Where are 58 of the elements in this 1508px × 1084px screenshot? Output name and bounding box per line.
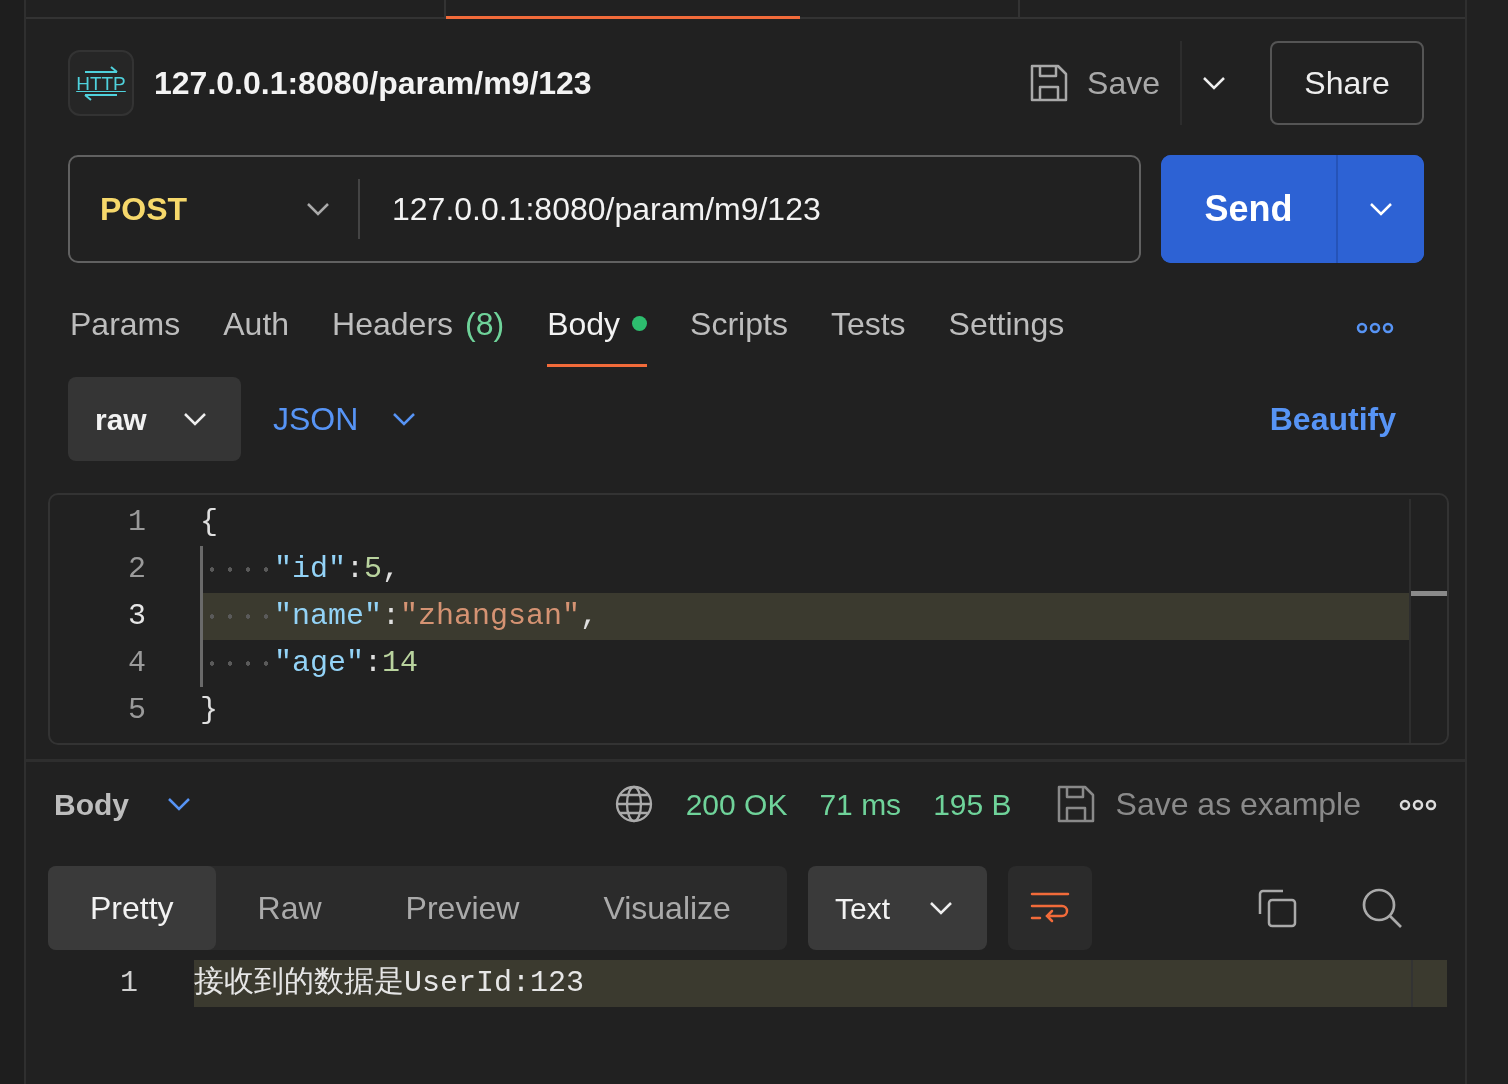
globe-icon: [613, 784, 654, 824]
search-icon: [1361, 887, 1403, 929]
share-button[interactable]: Share: [1270, 41, 1424, 125]
save-icon: [1029, 63, 1070, 103]
chevron-down-icon: [167, 797, 191, 811]
send-button[interactable]: Send: [1161, 155, 1338, 263]
chevron-down-icon: [392, 412, 417, 426]
copy-button[interactable]: [1257, 888, 1297, 928]
response-text: 接收到的数据是UserId:123: [194, 965, 585, 1002]
line-number: 2: [127, 551, 146, 588]
method-dropdown[interactable]: POST: [70, 179, 360, 239]
code-line: "age":14: [274, 645, 419, 682]
chevron-down-icon: [1369, 202, 1393, 216]
chevron-down-icon: [183, 412, 207, 426]
code-line: "id":5,: [274, 551, 401, 588]
view-tab[interactable]: Preview: [363, 866, 562, 950]
request-tab[interactable]: Body: [547, 287, 648, 367]
language-dropdown[interactable]: JSON: [267, 394, 423, 444]
code-line: "name":"zhangsan",: [274, 598, 599, 635]
request-tab[interactable]: Tests: [830, 287, 906, 367]
response-size: 195 B: [933, 786, 1012, 823]
request-tab[interactable]: Params: [70, 287, 181, 367]
chevron-down-icon: [929, 901, 953, 915]
beautify-link[interactable]: Beautify: [1269, 395, 1424, 443]
status-code: 200 OK: [685, 786, 788, 823]
line-number: 1: [119, 965, 138, 1002]
search-button[interactable]: [1361, 887, 1403, 929]
chevron-down-icon: [1202, 76, 1226, 90]
line-number: 4: [127, 645, 146, 682]
view-tab[interactable]: Raw: [215, 866, 364, 950]
format-dropdown[interactable]: Text: [808, 866, 987, 950]
request-tab[interactable]: Auth: [223, 287, 290, 367]
save-icon: [1055, 784, 1096, 824]
request-title: 127.0.0.1:8080/param/m9/123: [154, 64, 592, 103]
body-mode-dropdown[interactable]: raw: [68, 377, 241, 461]
code-editor[interactable]: 1 { 2 "id":5, 3 "name":"zhangsan", 4 "age":14 5 }: [48, 493, 1449, 745]
save-as-example-button[interactable]: Save as example: [1055, 780, 1361, 828]
request-tab[interactable]: Headers (8): [332, 287, 505, 367]
code-line: }: [200, 692, 218, 729]
more-icon: [1356, 321, 1394, 334]
line-number: 5: [127, 692, 146, 729]
code-line: {: [200, 504, 218, 541]
http-badge: HTTP: [68, 50, 134, 116]
line-number: 1: [127, 504, 146, 541]
response-time: 71 ms: [819, 786, 902, 823]
scroll-marker: [1411, 591, 1447, 596]
line-number: 3: [127, 598, 146, 635]
url-bar[interactable]: POST 127.0.0.1:8080/param/m9/123: [68, 155, 1141, 263]
more-icon: [1399, 798, 1437, 811]
request-tab[interactable]: Settings: [948, 287, 1065, 367]
chevron-down-icon: [306, 202, 330, 216]
view-tab[interactable]: Visualize: [561, 866, 773, 950]
copy-icon: [1257, 888, 1297, 928]
request-tab[interactable]: Scripts: [690, 287, 788, 367]
save-button[interactable]: Save: [1029, 41, 1182, 125]
response-section-dropdown[interactable]: Body: [54, 781, 191, 827]
wrap-lines-button[interactable]: [1008, 866, 1092, 950]
view-tab[interactable]: Pretty: [48, 866, 216, 950]
